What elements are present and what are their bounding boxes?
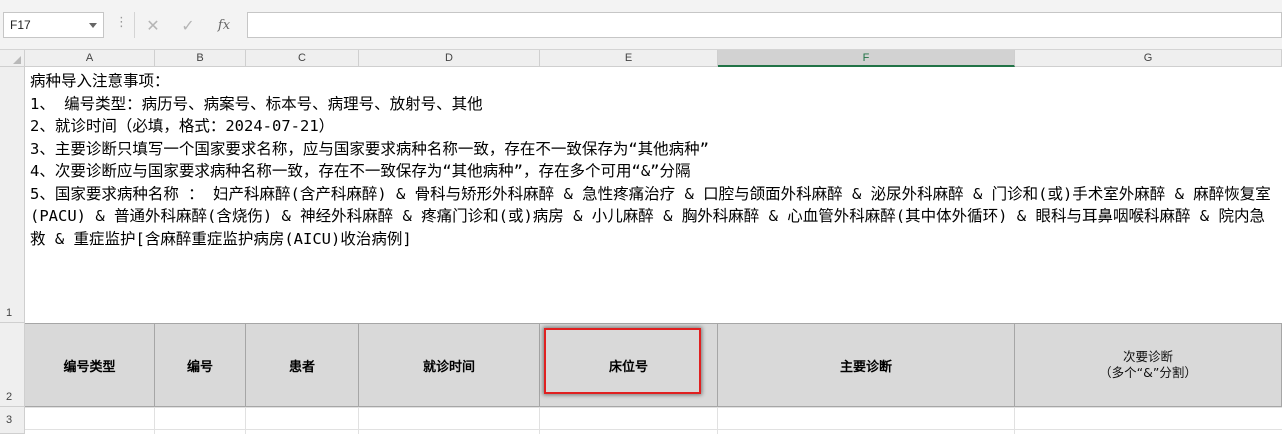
notes-item-1: 1、 编号类型：病历号、病案号、标本号、病理号、放射号、其他: [30, 94, 483, 113]
header-cell-primary-diagnosis[interactable]: 主要诊断: [718, 323, 1015, 407]
gridline: [717, 407, 718, 434]
secondary-diagnosis-hint: （多个“&”分割）: [1099, 365, 1197, 380]
gridline: [25, 429, 1282, 430]
row-header-3[interactable]: 3: [0, 407, 25, 434]
gridline: [25, 407, 1282, 408]
fx-icon: fx: [217, 17, 231, 33]
chevron-down-icon[interactable]: [89, 23, 97, 28]
cell-reference: F17: [10, 18, 31, 32]
cancel-icon[interactable]: ✕: [138, 12, 168, 38]
column-header-row: A B C D E F G: [0, 50, 1282, 67]
row-header-2[interactable]: 2: [0, 323, 25, 407]
formula-input[interactable]: [247, 12, 1282, 38]
column-header-b[interactable]: B: [155, 50, 246, 67]
insert-function-button[interactable]: fx: [209, 12, 239, 38]
column-header-e[interactable]: E: [540, 50, 718, 67]
header-cell-secondary-diagnosis[interactable]: 次要诊断 （多个“&”分割）: [1015, 323, 1282, 407]
gridline: [539, 407, 540, 434]
name-box[interactable]: F17: [3, 12, 104, 38]
column-header-c[interactable]: C: [246, 50, 359, 67]
gridline: [245, 407, 246, 434]
notes-title: 病种导入注意事项：: [30, 72, 170, 90]
row-header-1[interactable]: 1: [0, 67, 25, 323]
formula-bar: F17 ⋮ ✕ ✓ fx: [0, 0, 1282, 50]
gridline: [154, 407, 155, 434]
notes-item-3: 3、主要诊断只填写一个国家要求名称，应与国家要求病种名称一致，存在不一致保存为“…: [30, 139, 709, 158]
highlight-annotation: [544, 328, 701, 394]
worksheet-grid[interactable]: 病种导入注意事项： 1、 编号类型：病历号、病案号、标本号、病理号、放射号、其他…: [25, 67, 1282, 434]
secondary-diagnosis-label: 次要诊断: [1122, 349, 1173, 364]
more-options-icon[interactable]: ⋮: [115, 15, 128, 30]
select-all-icon: [13, 56, 21, 64]
header-cell-id-type[interactable]: 编号类型: [25, 323, 155, 407]
column-header-a[interactable]: A: [25, 50, 155, 67]
check-icon[interactable]: ✓: [173, 12, 203, 38]
header-cell-id[interactable]: 编号: [155, 323, 246, 407]
gridline: [1014, 407, 1015, 434]
notes-item-2: 2、就诊时间（必填，格式：2024-07-21）: [30, 117, 335, 135]
notes-item-5: 5、国家要求病种名称 ： 妇产科麻醉(含产科麻醉) & 骨科与矫形外科麻醉 & …: [30, 184, 1271, 248]
divider: [134, 12, 135, 38]
import-notes-cell[interactable]: 病种导入注意事项： 1、 编号类型：病历号、病案号、标本号、病理号、放射号、其他…: [30, 70, 1278, 250]
header-cell-visit-time[interactable]: 就诊时间: [359, 323, 540, 407]
header-cell-patient[interactable]: 患者: [246, 323, 359, 407]
select-all-button[interactable]: [0, 50, 25, 67]
column-header-d[interactable]: D: [359, 50, 540, 67]
notes-item-4: 4、次要诊断应与国家要求病种名称一致，存在不一致保存为“其他病种”，存在多个可用…: [30, 162, 691, 180]
gridline: [358, 407, 359, 434]
column-header-f[interactable]: F: [718, 50, 1015, 67]
column-header-g[interactable]: G: [1015, 50, 1282, 67]
